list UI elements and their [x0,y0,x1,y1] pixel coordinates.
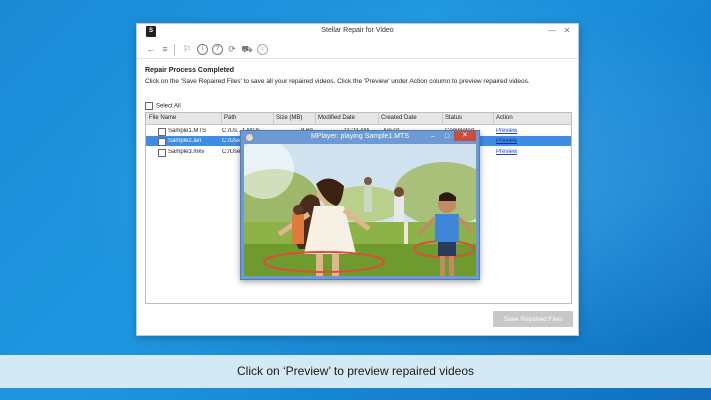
toolbar: ← ≡ ⚐ i ? ⟳ ⛟ ☺ [137,40,578,59]
preview-link[interactable]: Preview [496,128,517,134]
minimize-button[interactable]: — [546,26,558,35]
path-cell: C:/Use [222,149,241,155]
help-icon[interactable]: ? [212,44,223,55]
video-frame[interactable] [244,144,476,276]
close-button[interactable]: ✕ [561,26,573,35]
path-cell: C:/Use [222,138,241,144]
flag-icon[interactable]: ⚐ [181,43,193,55]
mplayer-maximize-button[interactable]: □ [441,132,453,141]
column-header-status[interactable]: Status [445,115,462,121]
file-name-cell: Sample3.mkv [168,149,205,155]
file-name-cell: Sample2.avi [168,138,202,144]
header-divider [442,113,443,124]
instructions-text: Click on the 'Save Repaired Files' to sa… [145,78,530,85]
row-checkbox[interactable] [158,149,166,157]
column-header-action[interactable]: Action [496,115,513,121]
table-header: File Name Path Size (MB) Modified Date C… [146,113,571,125]
column-header-file-name[interactable]: File Name [149,115,176,121]
checkbox-icon[interactable] [145,102,153,110]
header-divider [315,113,316,124]
tutorial-caption: Click on ‘Preview’ to preview repaired v… [0,355,711,388]
back-arrow-icon[interactable]: ← [145,43,157,55]
column-header-modified-date[interactable]: Modified Date [318,115,355,121]
header-divider [378,113,379,124]
toolbar-divider [174,44,175,55]
preview-link[interactable]: Preview [496,149,517,155]
family-playing-hula-hoops-image [244,144,476,276]
menu-icon[interactable]: ≡ [159,43,171,55]
header-divider [273,113,274,124]
column-header-created-date[interactable]: Created Date [381,115,417,121]
mplayer-close-button[interactable]: ✕ [454,131,476,141]
mplayer-window[interactable]: MPlayer: playing Sample1.MTS – □ ✕ [240,130,480,280]
row-checkbox[interactable] [158,138,166,146]
cart-icon[interactable]: ⛟ [241,43,253,55]
mplayer-title-bar[interactable]: MPlayer: playing Sample1.MTS – □ ✕ [241,131,479,143]
refresh-icon[interactable]: ⟳ [226,43,238,55]
column-header-size[interactable]: Size (MB) [276,115,302,121]
header-divider [221,113,222,124]
save-repaired-files-button[interactable]: Save Repaired Files [493,311,573,327]
account-icon[interactable]: ☺ [257,44,268,55]
column-header-path[interactable]: Path [224,115,236,121]
header-divider [493,113,494,124]
select-all-label: Select All [156,103,181,110]
row-checkbox[interactable] [158,128,166,136]
title-bar: S Stellar Repair for Video — ✕ [137,24,578,40]
window-title: Stellar Repair for Video [321,27,394,34]
file-name-cell: Sample1.MTS [168,128,207,134]
info-icon[interactable]: i [197,44,208,55]
preview-link[interactable]: Preview [496,138,517,144]
page-title: Repair Process Completed [145,67,235,74]
mplayer-minimize-button[interactable]: – [427,132,439,141]
select-all-checkbox[interactable]: Select All [145,102,181,110]
